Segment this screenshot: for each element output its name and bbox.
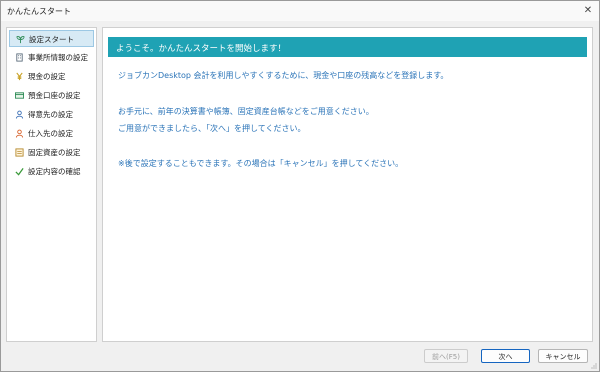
close-button[interactable]: ✕ bbox=[577, 1, 599, 21]
sidebar-item-fixed-assets[interactable]: 固定資産の設定 bbox=[9, 144, 94, 161]
sidebar-item-cash[interactable]: 現金の設定 bbox=[9, 68, 94, 85]
customer-icon bbox=[15, 110, 24, 119]
prepare-text: お手元に、前年の決算書や帳簿、固定資産台帳などをご用意ください。 bbox=[118, 107, 374, 116]
asset-icon bbox=[15, 148, 24, 157]
next-button[interactable]: 次へ bbox=[481, 349, 530, 363]
instruction-text: ご用意ができましたら、「次へ」を押してください。 bbox=[118, 124, 306, 133]
sidebar-item-suppliers[interactable]: 仕入先の設定 bbox=[9, 125, 94, 142]
content-panel: ようこそ。かんたんスタートを開始します！ ジョブカンDesktop 会計を利用し… bbox=[102, 27, 593, 342]
sprout-icon bbox=[16, 36, 25, 44]
back-button[interactable]: 前へ(F5) bbox=[424, 349, 468, 363]
sidebar-item-bank-account[interactable]: 預金口座の設定 bbox=[9, 87, 94, 104]
sidebar-item-customers[interactable]: 得意先の設定 bbox=[9, 106, 94, 123]
sidebar-item-label: 設定内容の確認 bbox=[28, 167, 81, 176]
building-icon bbox=[16, 53, 23, 62]
resize-grip-icon[interactable] bbox=[591, 363, 597, 369]
sidebar-item-label: 預金口座の設定 bbox=[28, 91, 81, 100]
sidebar-item-label: 事業所情報の設定 bbox=[28, 53, 88, 62]
dialog-window: かんたんスタート ✕ 設定スタート 事業所情報の設定 現金の設定 預金口座の設定… bbox=[0, 0, 600, 372]
sidebar-item-confirm[interactable]: 設定内容の確認 bbox=[9, 163, 94, 180]
supplier-icon bbox=[15, 129, 24, 138]
window-title: かんたんスタート bbox=[7, 7, 71, 16]
sidebar-item-start[interactable]: 設定スタート bbox=[9, 30, 94, 47]
sidebar: 設定スタート 事業所情報の設定 現金の設定 預金口座の設定 得意先の設定 仕入先… bbox=[6, 27, 97, 342]
cancel-button[interactable]: キャンセル bbox=[538, 349, 588, 363]
intro-text: ジョブカンDesktop 会計を利用しやすくするために、現金や口座の残高などを登… bbox=[118, 71, 449, 80]
sidebar-item-label: 現金の設定 bbox=[28, 72, 66, 81]
sidebar-item-label: 仕入先の設定 bbox=[28, 129, 73, 138]
banner-text: ようこそ。かんたんスタートを開始します！ bbox=[116, 44, 287, 54]
checkmark-icon bbox=[15, 167, 24, 176]
sidebar-item-label: 固定資産の設定 bbox=[28, 148, 81, 157]
welcome-banner: ようこそ。かんたんスタートを開始します！ bbox=[108, 37, 587, 57]
title-bar: かんたんスタート ✕ bbox=[1, 1, 599, 21]
sidebar-item-label: 得意先の設定 bbox=[28, 110, 73, 119]
bankbook-icon bbox=[15, 92, 24, 99]
sidebar-item-label: 設定スタート bbox=[29, 35, 74, 44]
yen-icon bbox=[16, 72, 23, 81]
sidebar-item-business-info[interactable]: 事業所情報の設定 bbox=[9, 49, 94, 66]
note-text: ※後で設定することもできます。その場合は「キャンセル」を押してください。 bbox=[118, 159, 404, 168]
